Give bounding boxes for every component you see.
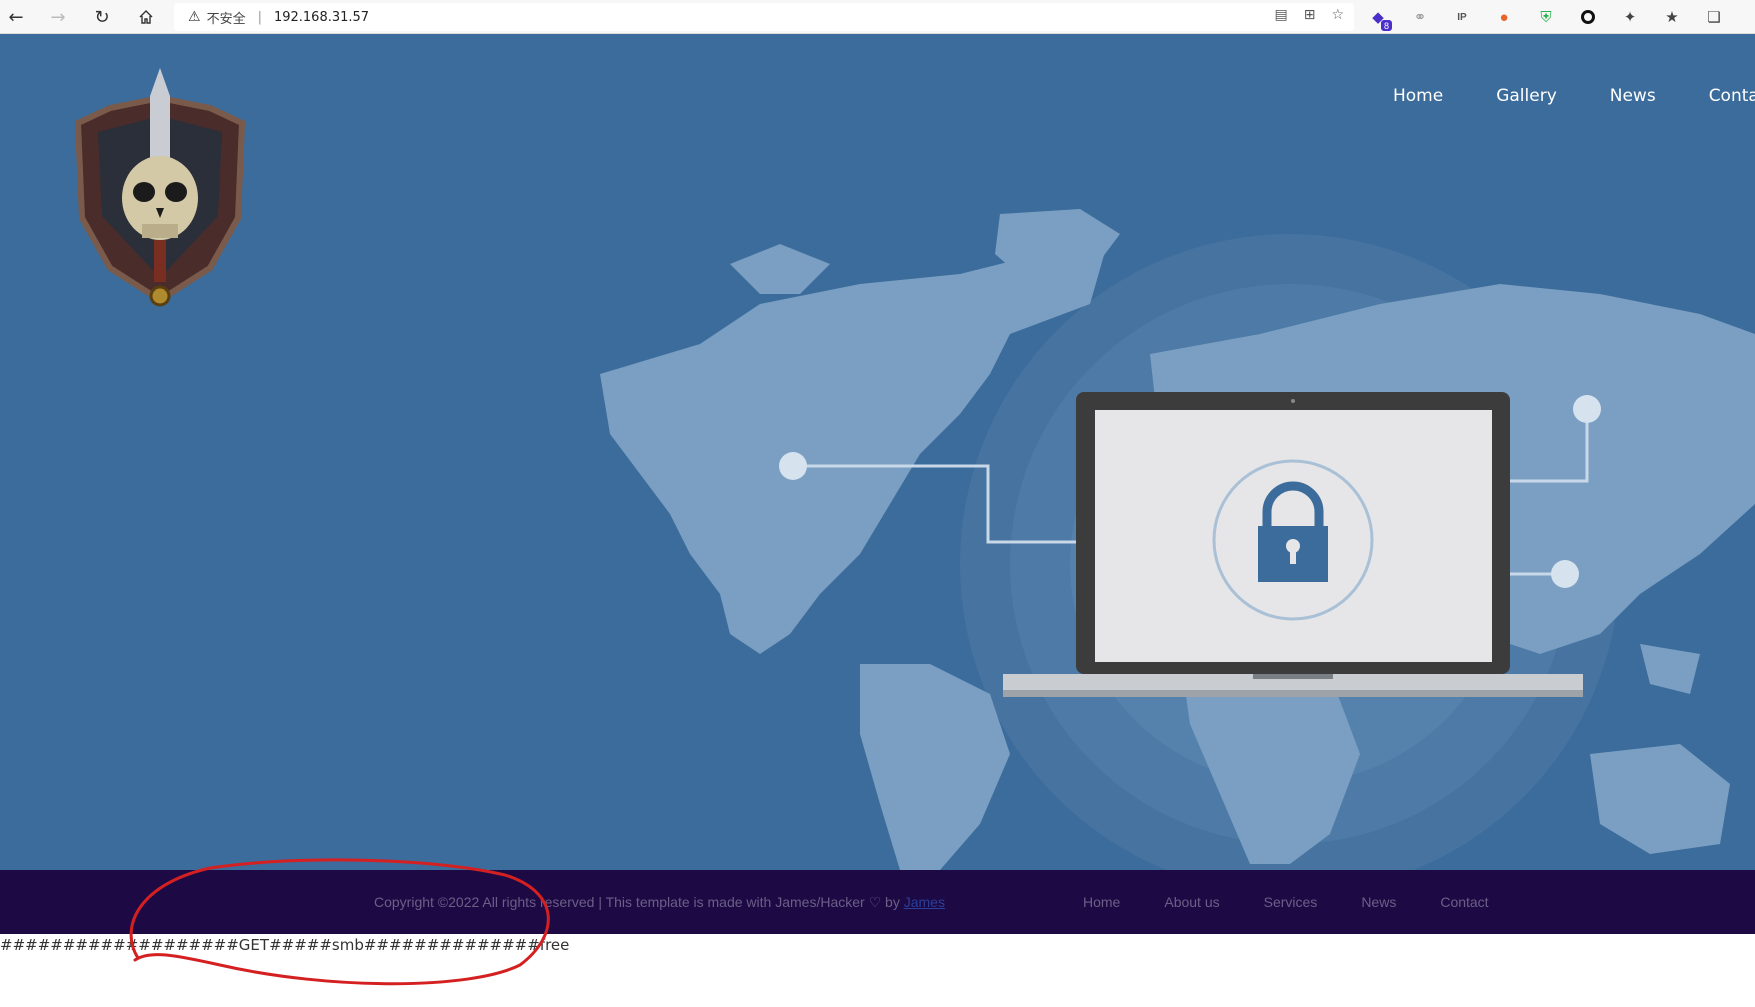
back-icon[interactable]: ← — [4, 5, 28, 29]
puzzle-icon[interactable]: ✦ — [1618, 5, 1642, 29]
footer-nav-news[interactable]: News — [1361, 894, 1396, 910]
footer-navigation: Home About us Services News Contact — [1083, 894, 1489, 910]
security-label[interactable]: 不安全 — [207, 8, 246, 27]
connector-node-east — [1551, 560, 1579, 588]
canada-islands — [730, 244, 830, 294]
world-map-illustration — [600, 209, 1755, 870]
address-separator: | — [257, 9, 262, 25]
extension-link-icon[interactable]: ⚭ — [1408, 5, 1432, 29]
extension-badge: 8 — [1381, 20, 1392, 31]
extension-shield-icon[interactable]: ⛨ — [1534, 5, 1558, 29]
south-america — [860, 664, 1010, 870]
home-icon[interactable] — [134, 5, 158, 29]
collections-icon[interactable]: ❏ — [1702, 5, 1726, 29]
connector-node-west — [779, 452, 807, 480]
copyright-label: Copyright ©2022 All rights reserved | Th… — [374, 894, 865, 910]
site-logo[interactable] — [70, 68, 250, 315]
footer-nav-contact[interactable]: Contact — [1440, 894, 1488, 910]
url-text[interactable]: 192.168.31.57 — [274, 10, 369, 25]
favorites-icon[interactable]: ★ — [1660, 5, 1684, 29]
add-favorite-icon[interactable]: ☆ — [1331, 7, 1344, 23]
footer-nav-about[interactable]: About us — [1164, 894, 1219, 910]
browser-toolbar: ← → ↻ ⚠ 不安全 | 192.168.31.57 ▤ ⊞ ☆ ◆ 8 ⚭ I… — [0, 0, 1755, 34]
forward-icon[interactable]: → — [46, 5, 70, 29]
footer-nav-home[interactable]: Home — [1083, 894, 1120, 910]
nav-gallery[interactable]: Gallery — [1496, 86, 1557, 106]
author-link[interactable]: James — [904, 894, 945, 910]
hidden-hint-text: ###################GET#####smb##########… — [0, 936, 570, 954]
hero-section: Home Gallery News Contact — [0, 34, 1755, 870]
heart-icon: ♡ — [868, 894, 882, 910]
warning-icon[interactable]: ⚠ — [188, 9, 201, 25]
australia — [1590, 744, 1730, 854]
extension-orange-icon[interactable]: ● — [1492, 5, 1516, 29]
nav-news[interactable]: News — [1610, 86, 1656, 106]
nav-home[interactable]: Home — [1393, 86, 1443, 106]
reader-mode-icon[interactable]: ▤ — [1274, 7, 1287, 23]
site-footer: Copyright ©2022 All rights reserved | Th… — [0, 870, 1755, 934]
footer-nav-services[interactable]: Services — [1264, 894, 1318, 910]
copyright-text: Copyright ©2022 All rights reserved | Th… — [374, 894, 945, 911]
extension-ip-icon[interactable]: IP — [1450, 5, 1474, 29]
apps-icon[interactable]: ⊞ — [1304, 7, 1316, 23]
copyright-by: by — [885, 894, 900, 910]
indonesia — [1640, 644, 1700, 694]
reload-icon[interactable]: ↻ — [90, 5, 114, 29]
extension-circle-icon[interactable] — [1576, 5, 1600, 29]
top-navigation: Home Gallery News Contact — [1393, 86, 1755, 106]
extension-purple-icon[interactable]: ◆ 8 — [1366, 5, 1392, 31]
nav-contact[interactable]: Contact — [1709, 86, 1755, 106]
connector-node-north — [1573, 395, 1601, 423]
address-bar[interactable]: ⚠ 不安全 | 192.168.31.57 ▤ ⊞ ☆ — [174, 3, 1354, 31]
